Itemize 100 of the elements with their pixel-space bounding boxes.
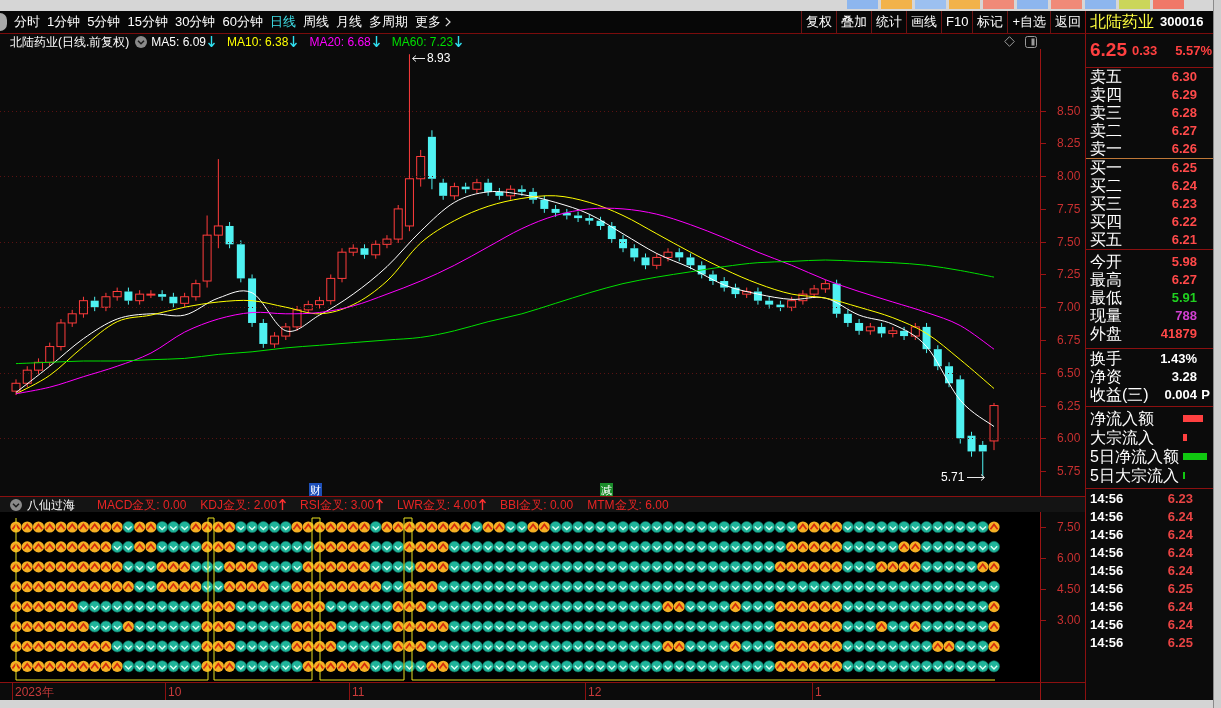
price-axis-label: 8.50 [1057, 103, 1081, 118]
toolbar-button[interactable]: 叠加 [836, 11, 871, 33]
toolbar-button[interactable]: +自选 [1007, 11, 1050, 33]
signal-value: RSI金叉: 3.00 [300, 497, 375, 512]
ask-label: 卖四 [1090, 86, 1122, 104]
stat-value: 5.98 [1171, 253, 1197, 272]
menu-tab[interactable] [949, 0, 980, 9]
indicator-axis-label: 4.50 [1057, 582, 1081, 596]
bid-label: 买五 [1090, 231, 1122, 249]
stat-label: 最低 [1090, 289, 1122, 307]
more-menu[interactable]: 更多 [414, 14, 451, 30]
flow-label: 净流入额 [1090, 409, 1155, 428]
ask-price: 6.26 [1171, 140, 1197, 159]
collapse-handle[interactable] [0, 13, 7, 31]
moving-average-label: MA5: 6.09 [151, 34, 207, 49]
period-tab[interactable]: 月线 [335, 14, 362, 30]
period-tab[interactable]: 5分钟 [87, 14, 121, 30]
bid-label: 买一 [1090, 159, 1122, 177]
period-tab[interactable]: 60分钟 [222, 14, 263, 30]
menu-tab[interactable] [847, 0, 878, 9]
signal-value: MTM金叉: 6.00 [587, 497, 669, 512]
menu-tab[interactable] [1085, 0, 1116, 9]
stat-label: 今开 [1090, 253, 1122, 271]
toolbar-button[interactable]: 画线 [906, 11, 941, 33]
leader-arrow-icon [411, 54, 426, 63]
signal-value: KDJ金叉: 2.00 [200, 497, 278, 512]
period-tab[interactable]: 15分钟 [127, 14, 168, 30]
menu-tab[interactable] [983, 0, 1014, 9]
moving-average-label: MA10: 6.38 [227, 34, 289, 49]
diamond-icon[interactable] [1004, 36, 1015, 47]
flow-label: 大宗流入 [1090, 428, 1155, 447]
date-axis-label: 12 [588, 685, 602, 699]
tick-price: 6.24 [1167, 562, 1193, 581]
stat-value: 5.91 [1171, 289, 1197, 308]
period-tab[interactable]: 多周期 [368, 14, 408, 30]
tick-time: 14:56 [1090, 616, 1124, 635]
menu-tab[interactable] [1017, 0, 1048, 9]
tick-time: 14:56 [1090, 598, 1124, 617]
date-axis-label: 1 [815, 685, 822, 699]
indicator-axis-label: 6.00 [1057, 551, 1081, 565]
toolbar-button[interactable]: 统计 [871, 11, 906, 33]
price-axis-label: 7.50 [1057, 234, 1081, 249]
period-tab[interactable]: 分时 [14, 14, 40, 30]
stat-label: 外盘 [1090, 325, 1122, 343]
moving-average-label: MA60: 7.23 [391, 34, 454, 49]
tick-time: 14:56 [1090, 526, 1124, 545]
tick-time: 14:56 [1090, 544, 1124, 563]
stat-value: 788 [1175, 307, 1197, 326]
indicator-axis-label: 3.00 [1057, 613, 1081, 627]
period-tab[interactable]: 周线 [302, 14, 329, 30]
tick-price: 6.24 [1167, 616, 1193, 635]
price-axis-label: 6.75 [1057, 333, 1081, 347]
tick-price: 6.24 [1167, 526, 1193, 545]
price-axis-label: 7.00 [1057, 300, 1081, 315]
stat-label: 现量 [1090, 307, 1122, 325]
ratio-label: 换手 [1090, 350, 1122, 368]
date-axis-label: 11 [352, 685, 365, 699]
leader-arrow-icon [966, 473, 987, 482]
ask-price: 6.28 [1171, 104, 1197, 123]
period-tab[interactable]: 30分钟 [174, 14, 216, 30]
menu-tab[interactable] [915, 0, 946, 9]
ratio-label: 收益(三) [1090, 386, 1149, 404]
toolbar-button[interactable]: 标记 [972, 11, 1008, 33]
tick-price: 6.25 [1167, 634, 1193, 653]
scrollbar[interactable] [1213, 0, 1221, 708]
event-marker[interactable]: 减 [600, 483, 613, 496]
price-axis-label: 5.75 [1057, 464, 1081, 479]
period-tab[interactable]: 1分钟 [47, 14, 81, 30]
tick-price: 6.25 [1167, 580, 1193, 599]
ratio-value: 1.43% [1160, 350, 1197, 369]
dropdown-icon[interactable] [135, 35, 148, 48]
period-tab[interactable]: 日线 [269, 14, 296, 30]
menu-tab[interactable] [881, 0, 912, 9]
toolbar-button[interactable]: 返回 [1050, 11, 1085, 33]
toolbar-button[interactable]: 复权 [801, 11, 836, 33]
price-axis-label: 7.25 [1057, 267, 1081, 282]
menu-tab[interactable] [1153, 0, 1184, 9]
event-marker[interactable]: 财 [309, 483, 322, 496]
tick-price: 6.23 [1167, 490, 1193, 509]
panel-toggle-icon[interactable] [1025, 35, 1037, 48]
ask-price: 6.29 [1171, 86, 1197, 105]
date-axis-label: 10 [168, 685, 182, 699]
moving-average-label: MA20: 6.68 [309, 34, 371, 49]
tick-time: 14:56 [1090, 508, 1124, 527]
toolbar-button[interactable]: F10 [941, 11, 973, 33]
tick-time: 14:56 [1090, 562, 1124, 581]
last-price: 6.25 [1090, 38, 1127, 63]
ask-label: 卖一 [1090, 140, 1122, 158]
ratio-value: 0.004 [1164, 386, 1197, 405]
bid-price: 6.23 [1171, 195, 1197, 214]
stock-name: 北陆药业 [1090, 13, 1154, 31]
ratio-value: 3.28 [1171, 368, 1197, 387]
menu-tab[interactable] [1119, 0, 1150, 9]
chart-title: 北陆药业(日线.前复权) [10, 34, 130, 49]
tick-time: 14:56 [1090, 580, 1124, 599]
stat-value: 41879 [1160, 325, 1197, 344]
dropdown-icon[interactable] [10, 498, 22, 511]
tick-price: 6.24 [1167, 508, 1193, 527]
menu-tab[interactable] [1051, 0, 1082, 9]
bid-label: 买四 [1090, 213, 1122, 231]
